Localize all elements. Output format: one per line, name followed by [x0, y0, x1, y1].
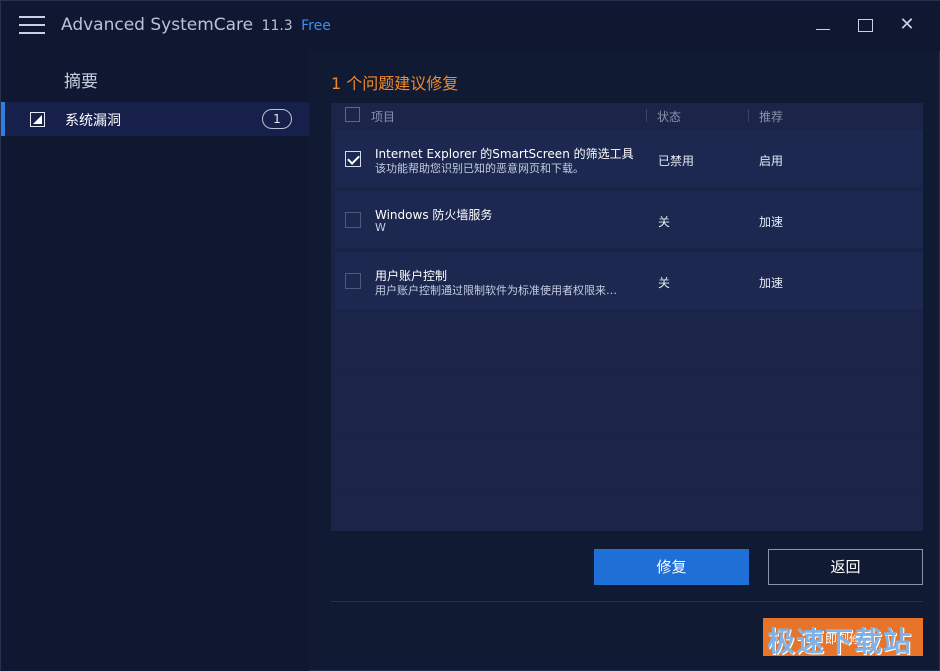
footer-divider	[331, 601, 923, 602]
watermark-logo: 即刻修复 极速下载站	[763, 618, 923, 656]
sidebar-item-label: 系统漏洞	[65, 113, 121, 129]
app-edition: Free	[301, 18, 331, 34]
column-header-recommend: 推荐	[759, 110, 784, 124]
table-row[interactable]: Windows 防火墙服务 W 关 加速	[335, 191, 923, 248]
maximize-icon[interactable]	[853, 13, 877, 37]
sidebar-item-system-vulnerabilities[interactable]: 系统漏洞 1	[1, 102, 309, 136]
app-title: Advanced SystemCare 11.3 Free	[61, 15, 331, 35]
row-status: 关	[658, 215, 671, 229]
watermark-text: 极速下载站	[767, 625, 913, 656]
row-title: Windows 防火墙服务	[375, 208, 493, 222]
select-all-checkbox[interactable]	[345, 107, 360, 122]
fix-button[interactable]: 修复	[594, 549, 749, 585]
row-checkbox[interactable]	[345, 212, 361, 228]
vulnerability-icon	[30, 112, 45, 127]
close-icon[interactable]: ✕	[895, 13, 919, 37]
column-divider	[748, 109, 749, 122]
issues-heading: 1 个问题建议修复	[331, 74, 459, 93]
row-recommend: 启用	[759, 154, 784, 168]
back-button[interactable]: 返回	[768, 549, 923, 585]
minimize-icon[interactable]	[811, 13, 835, 37]
empty-row	[335, 435, 923, 492]
row-description: 该功能帮助您识别已知的恶意网页和下载。	[375, 162, 584, 175]
column-divider	[646, 109, 647, 122]
column-header-status: 状态	[657, 110, 682, 124]
table-row[interactable]: 用户账户控制 用户账户控制通过限制软件为标准使用者权限来… 关 加速	[335, 252, 923, 309]
app-name: Advanced SystemCare	[61, 15, 254, 35]
row-status: 已禁用	[658, 154, 695, 168]
table-header: 项目 状态 推荐	[331, 103, 923, 127]
row-recommend: 加速	[759, 215, 784, 229]
sidebar-heading: 摘要	[64, 72, 98, 92]
row-description: 用户账户控制通过限制软件为标准使用者权限来…	[375, 284, 617, 297]
active-indicator	[1, 102, 5, 136]
empty-row	[335, 313, 923, 370]
title-bar: Advanced SystemCare 11.3 Free ✕	[1, 1, 940, 51]
empty-row	[335, 374, 923, 431]
issues-table: 项目 状态 推荐 Internet Explorer 的SmartScreen …	[331, 103, 923, 531]
row-description: W	[375, 221, 386, 234]
hamburger-menu-icon[interactable]	[19, 16, 45, 36]
app-version: 11.3	[261, 18, 293, 34]
row-checkbox[interactable]	[345, 273, 361, 289]
empty-row	[335, 496, 923, 531]
row-checkbox[interactable]	[345, 151, 361, 167]
column-header-item: 项目	[371, 110, 396, 124]
app-window: Advanced SystemCare 11.3 Free ✕ 摘要 系统漏洞 …	[0, 0, 940, 671]
row-recommend: 加速	[759, 276, 784, 290]
row-status: 关	[658, 276, 671, 290]
issue-count-badge: 1	[262, 109, 292, 129]
table-row[interactable]: Internet Explorer 的SmartScreen 的筛选工具 该功能…	[335, 130, 923, 187]
sidebar: 摘要 系统漏洞 1	[1, 51, 309, 671]
